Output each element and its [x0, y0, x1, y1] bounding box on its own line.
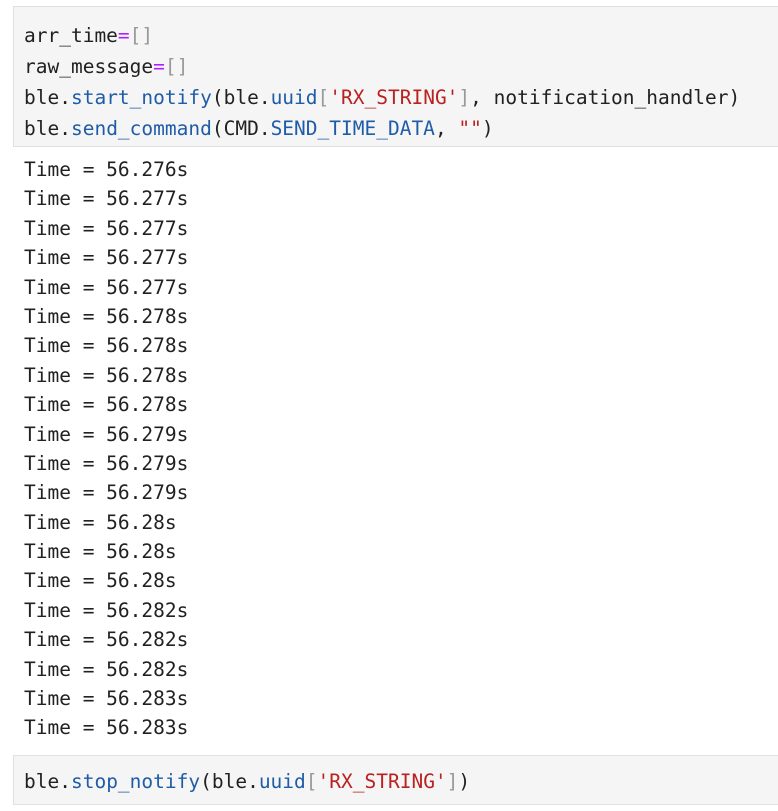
- code-line: ble.start_notify(ble.uuid['RX_STRING'], …: [14, 82, 778, 113]
- code-token: uuid: [258, 770, 306, 793]
- code-token: =: [117, 24, 130, 47]
- output-line: Time = 56.279s: [24, 481, 189, 505]
- cell-output: Time = 56.276s Time = 56.277s Time = 56.…: [24, 155, 188, 743]
- code-token: (ble.: [200, 770, 259, 793]
- code-token: uuid: [270, 86, 318, 109]
- code-line: ble.stop_notify(ble.uuid['RX_STRING']): [14, 766, 778, 797]
- code-line: arr_time=[]: [14, 20, 778, 51]
- output-line: Time = 56.278s: [24, 363, 189, 387]
- code-token: ble.: [24, 86, 71, 109]
- output-line: Time = 56.278s: [24, 334, 189, 358]
- code-token: =: [153, 55, 165, 78]
- code-token: , notification_handler): [470, 86, 741, 109]
- code-token: [: [317, 86, 330, 109]
- output-line: Time = 56.277s: [24, 275, 189, 299]
- output-line: Time = 56.277s: [24, 246, 189, 270]
- code-token: 'RX_STRING': [329, 86, 459, 109]
- output-line: Time = 56.28s: [24, 510, 177, 534]
- code-token: (CMD.: [211, 117, 271, 140]
- output-line: Time = 56.279s: [24, 451, 189, 475]
- output-line: Time = 56.277s: [24, 216, 189, 240]
- code-token: ]: [446, 770, 459, 793]
- output-line: Time = 56.282s: [24, 628, 189, 652]
- output-line: Time = 56.282s: [24, 657, 189, 681]
- code-token: SEND_TIME_DATA: [270, 117, 435, 140]
- code-token: "": [458, 117, 482, 140]
- code-line: ble.send_command(CMD.SEND_TIME_DATA, ""): [14, 113, 778, 144]
- code-cell-input-2[interactable]: ble.stop_notify(ble.uuid['RX_STRING']): [13, 755, 778, 805]
- code-token: [: [305, 770, 318, 793]
- code-token: ,: [434, 117, 459, 140]
- code-token: ]: [458, 86, 471, 109]
- code-token: (ble.: [211, 86, 271, 109]
- output-line: Time = 56.278s: [24, 304, 189, 328]
- output-line: Time = 56.279s: [24, 422, 189, 446]
- code-token: 'RX_STRING': [317, 770, 447, 793]
- output-line: Time = 56.282s: [24, 598, 189, 622]
- output-line: Time = 56.277s: [24, 187, 189, 211]
- output-line: Time = 56.28s: [24, 540, 177, 564]
- code-cell-input-1[interactable]: arr_time=[] raw_message=[] ble.start_not…: [13, 6, 778, 147]
- output-line: Time = 56.283s: [24, 716, 189, 740]
- code-token: ble.: [24, 770, 71, 793]
- code-token: []: [129, 24, 154, 47]
- output-line: Time = 56.28s: [24, 569, 177, 593]
- code-token: arr_time: [24, 24, 118, 47]
- code-token: raw_message: [24, 55, 154, 78]
- code-line: raw_message=[]: [14, 51, 778, 82]
- code-token: []: [164, 55, 189, 78]
- code-token: send_command: [70, 117, 212, 140]
- output-line: Time = 56.276s: [24, 158, 189, 181]
- code-token: ble.: [24, 117, 71, 140]
- code-token: ): [458, 770, 471, 793]
- output-line: Time = 56.283s: [24, 687, 189, 711]
- code-token: ): [481, 117, 494, 140]
- output-line: Time = 56.278s: [24, 393, 189, 417]
- code-token: start_notify: [70, 86, 212, 109]
- code-token: stop_notify: [70, 770, 201, 793]
